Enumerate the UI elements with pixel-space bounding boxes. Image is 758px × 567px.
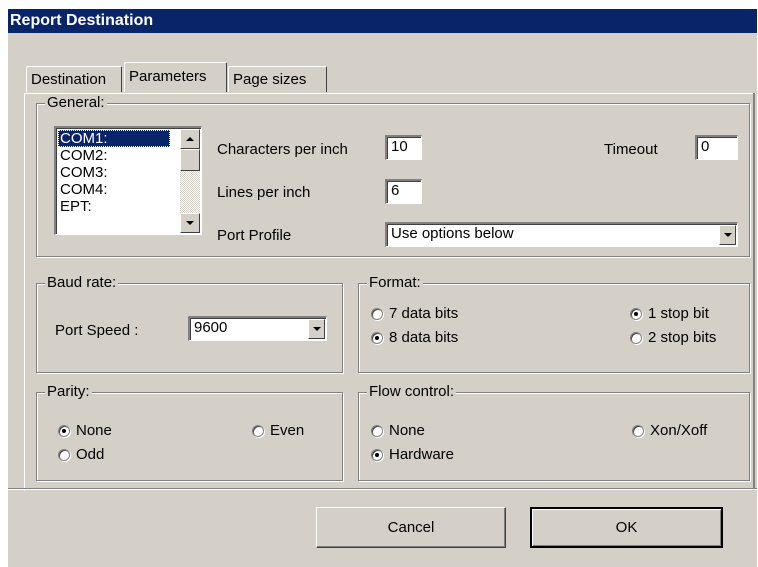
radio-7-data-bits[interactable]: 7 data bits (371, 305, 458, 322)
radio-parity-even-dot (252, 424, 264, 437)
radio-parity-none[interactable]: None (58, 422, 112, 439)
radio-2-stop-bits[interactable]: 2 stop bits (630, 329, 716, 346)
radio-8-data-bits-label: 8 data bits (389, 329, 459, 346)
port-item-com1[interactable]: COM1: (58, 130, 170, 147)
radio-flow-hardware[interactable]: Hardware (371, 446, 454, 463)
port-speed-label: Port Speed : (55, 322, 139, 339)
radio-parity-none-dot (58, 424, 70, 437)
radio-parity-none-label: None (76, 422, 112, 439)
radio-flow-none-dot (371, 424, 383, 437)
port-item-com2[interactable]: COM2: (58, 147, 170, 164)
group-parity-legend: Parity: (45, 383, 92, 401)
chevron-down-icon (312, 327, 321, 331)
radio-flow-none-label: None (389, 422, 425, 439)
radio-flow-hardware-label: Hardware (389, 446, 455, 463)
cancel-button[interactable]: Cancel (316, 507, 506, 548)
radio-parity-odd-dot (58, 448, 70, 461)
scrollbar-thumb[interactable] (180, 149, 200, 171)
tab-page-sizes-label: Page sizes (233, 71, 307, 88)
port-item-com4[interactable]: COM4: (58, 181, 170, 198)
radio-2-stop-bits-dot (630, 331, 642, 344)
separator-highlight (8, 489, 757, 490)
radio-2-stop-bits-label: 2 stop bits (648, 329, 717, 346)
report-destination-dialog: Report Destination Destination Parameter… (8, 9, 757, 567)
radio-8-data-bits[interactable]: 8 data bits (371, 329, 458, 346)
cancel-button-label: Cancel (387, 519, 435, 536)
tab-page-sizes[interactable]: Page sizes (228, 66, 327, 92)
ok-button-label: OK (615, 519, 638, 536)
radio-parity-odd-label: Odd (76, 446, 105, 463)
radio-1-stop-bit-label: 1 stop bit (648, 305, 709, 322)
tab-destination-label: Destination (31, 71, 107, 88)
group-format-legend: Format: (367, 274, 423, 292)
radio-1-stop-bit[interactable]: 1 stop bit (630, 305, 709, 322)
port-profile-label: Port Profile (217, 227, 292, 244)
scroll-up-button[interactable] (180, 129, 200, 149)
window-title: Report Destination (10, 12, 154, 29)
port-item-com3[interactable]: COM3: (58, 164, 170, 181)
radio-parity-even-label: Even (270, 422, 305, 439)
radio-1-stop-bit-dot (630, 307, 642, 320)
radio-7-data-bits-dot (371, 307, 383, 320)
cpi-input[interactable]: 10 (385, 135, 422, 160)
timeout-label: Timeout (604, 141, 658, 158)
cpi-label: Characters per inch (217, 141, 348, 158)
group-baud-legend: Baud rate: (45, 274, 119, 292)
tab-destination[interactable]: Destination (26, 66, 122, 92)
arrow-down-icon (186, 221, 194, 225)
port-profile-dropdown-button[interactable] (719, 225, 736, 245)
radio-parity-odd[interactable]: Odd (58, 446, 104, 463)
radio-flow-none[interactable]: None (371, 422, 425, 439)
radio-flow-xon-xoff-label: Xon/Xoff (650, 422, 708, 439)
port-list-scrollbar[interactable] (180, 129, 200, 233)
radio-flow-xon-xoff-dot (632, 424, 644, 437)
ok-button[interactable]: OK (530, 507, 723, 548)
port-speed-dropdown-button[interactable] (308, 319, 325, 339)
port-item-ept[interactable]: EPT: (58, 198, 170, 215)
tab-parameters-label: Parameters (129, 68, 207, 85)
tab-parameters[interactable]: Parameters (124, 62, 227, 92)
port-listbox[interactable]: COM1: COM2: COM3: COM4: EPT: (54, 126, 202, 235)
panel-edge (753, 93, 755, 489)
group-flow-legend: Flow control: (367, 383, 457, 401)
timeout-input[interactable]: 0 (695, 135, 738, 160)
port-speed-value: 9600 (194, 319, 228, 336)
port-speed-select[interactable]: 9600 (188, 316, 327, 341)
lpi-label: Lines per inch (217, 184, 311, 201)
port-profile-select[interactable]: Use options below (385, 222, 738, 247)
lpi-input[interactable]: 6 (385, 179, 422, 204)
group-general-legend: General: (45, 94, 107, 112)
group-format: Format: (358, 274, 750, 373)
radio-flow-xon-xoff[interactable]: Xon/Xoff (632, 422, 707, 439)
chevron-down-icon (723, 233, 732, 237)
title-bar: Report Destination (8, 9, 757, 33)
radio-parity-even[interactable]: Even (252, 422, 304, 439)
radio-flow-hardware-dot (371, 448, 383, 461)
radio-7-data-bits-label: 7 data bits (389, 305, 459, 322)
scroll-down-button[interactable] (180, 213, 200, 233)
radio-8-data-bits-dot (371, 331, 383, 344)
port-profile-value: Use options below (391, 225, 514, 242)
arrow-up-icon (186, 137, 194, 141)
